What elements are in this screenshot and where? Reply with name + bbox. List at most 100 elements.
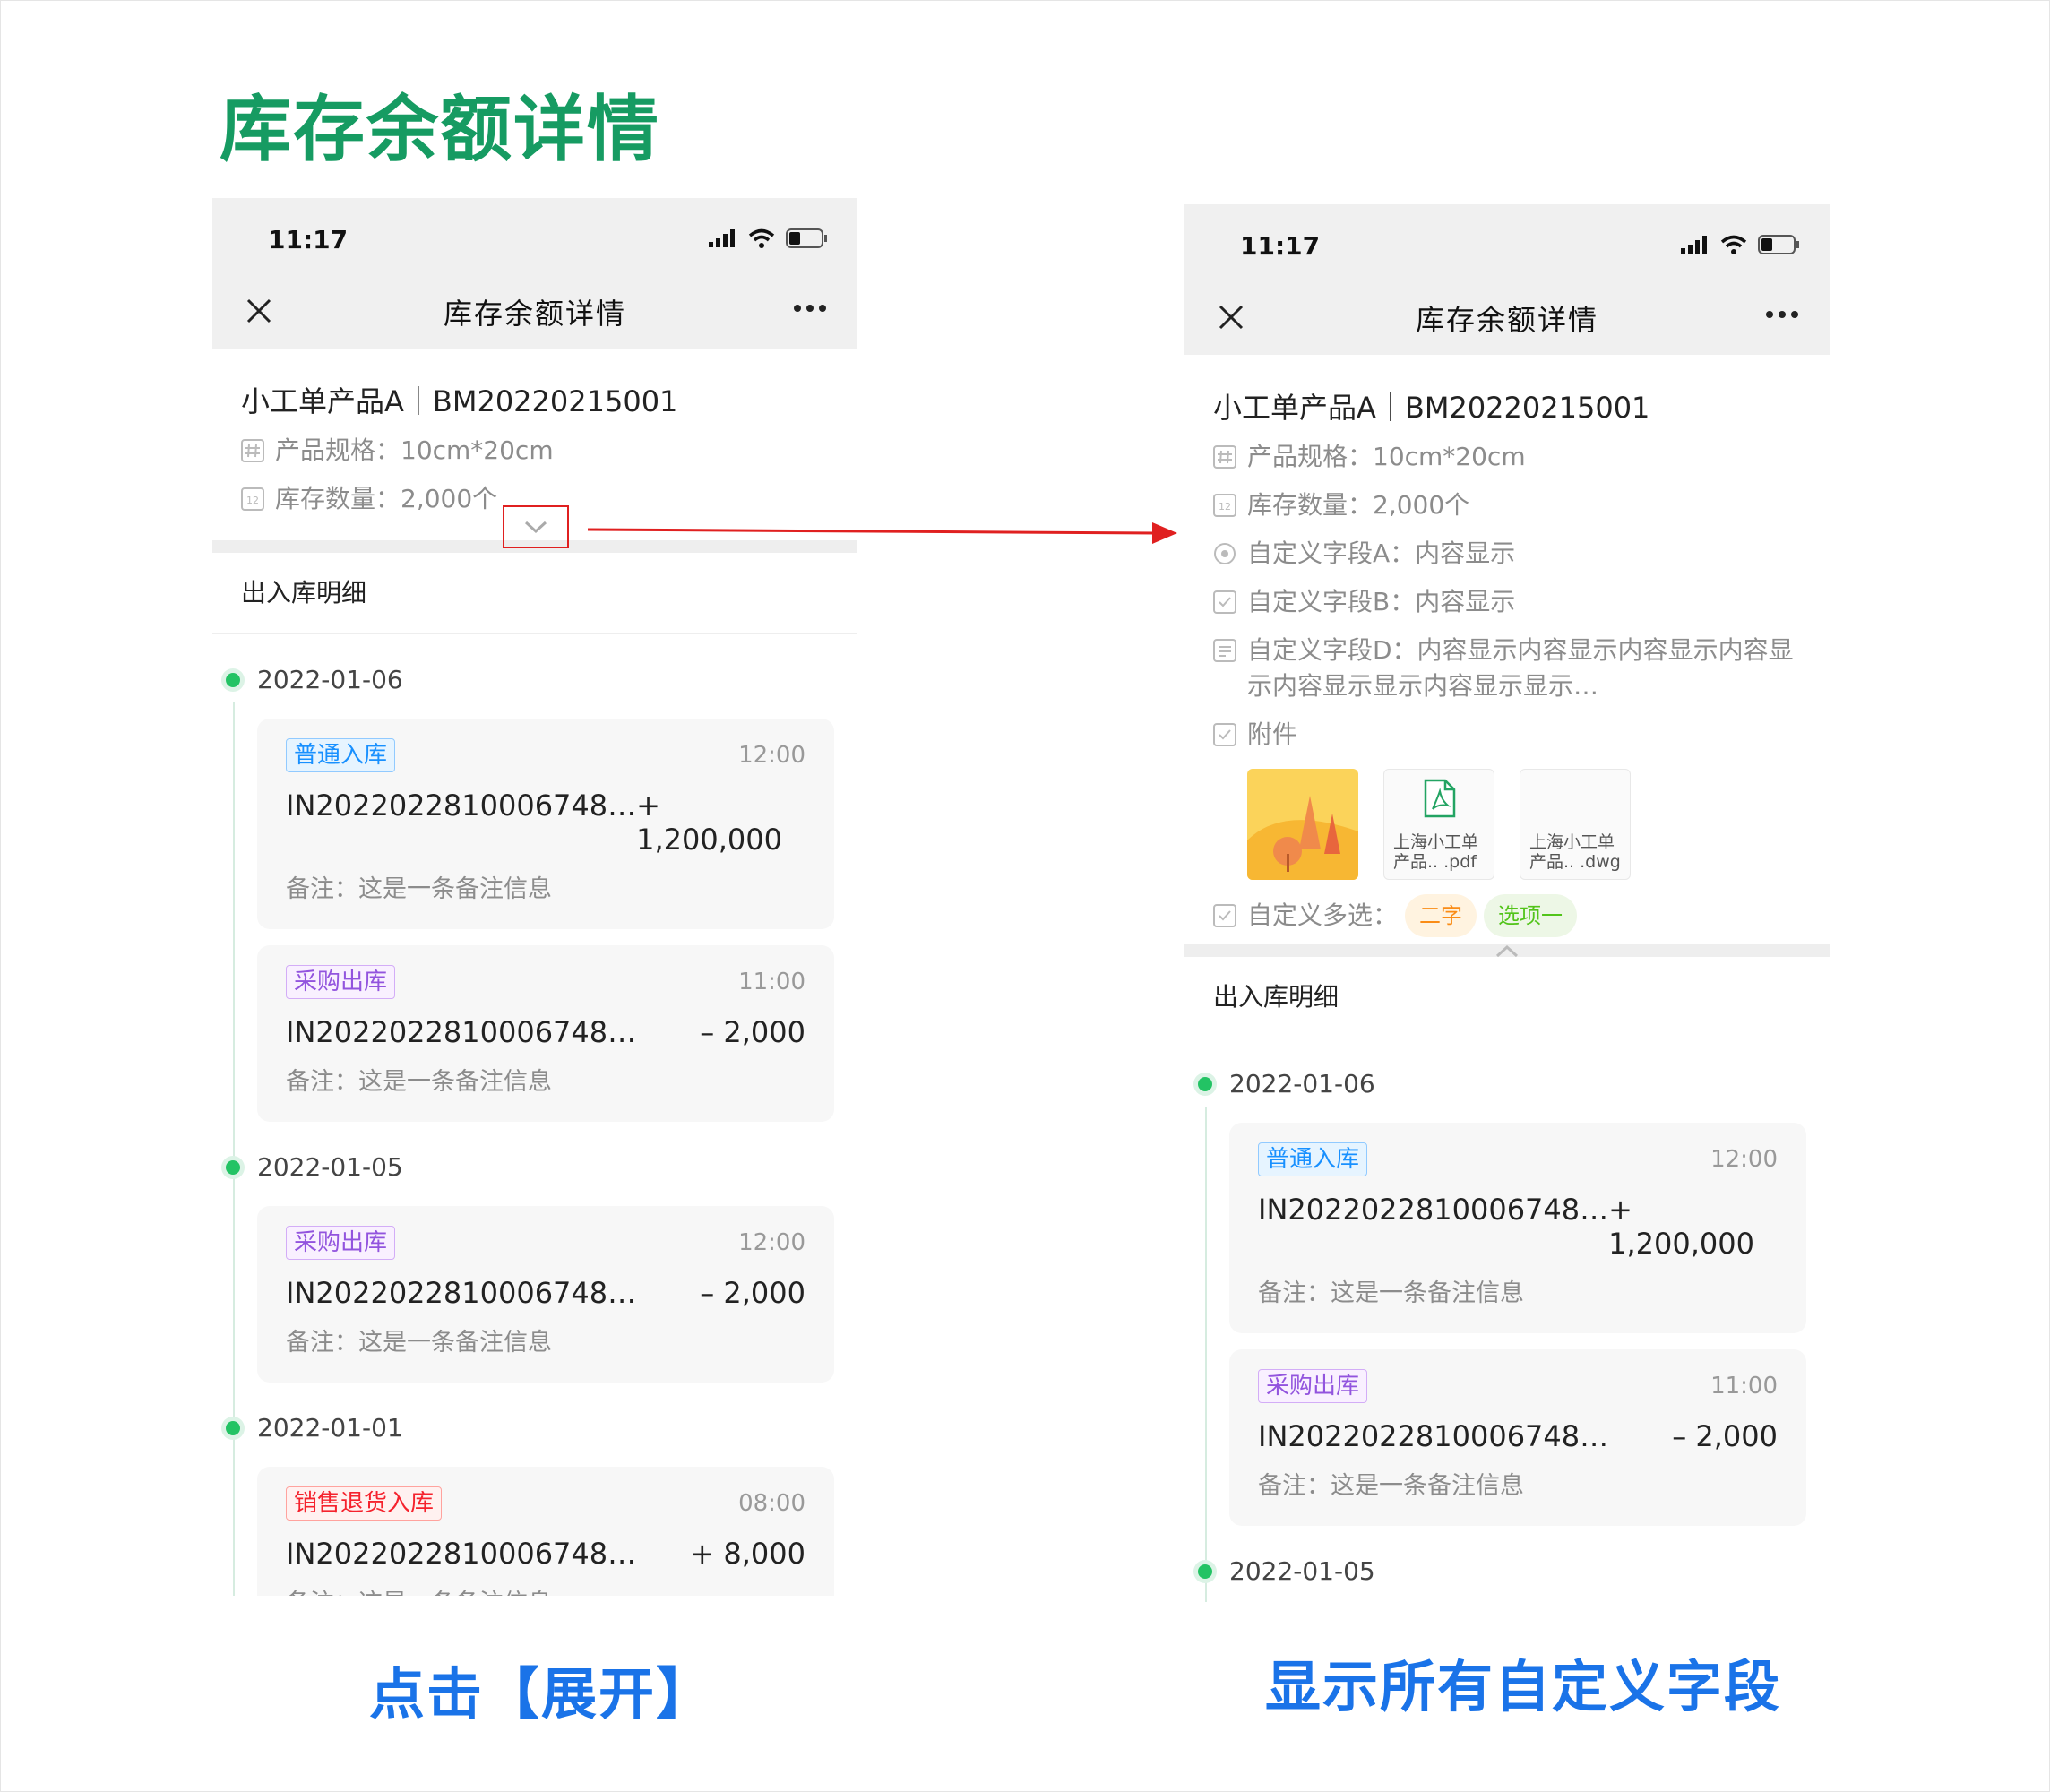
multi-option-chip: 二字 [1405,894,1477,937]
checkbox-icon [1213,723,1236,746]
more-icon[interactable] [793,304,827,313]
field-custom-b: 自定义字段B：内容显示 [1213,584,1801,620]
wifi-icon [1720,235,1747,254]
record-amount: – 2,000 [700,1015,805,1049]
record-amount: + 1,200,000 [1608,1193,1754,1261]
field-custom-b-text: 自定义字段B：内容显示 [1247,587,1516,616]
status-bar: 11:17 [212,198,857,273]
field-multi-select: 自定义多选： 二字 选项一 [1213,894,1801,937]
record-time: 08:00 [738,1490,805,1517]
attachment-name: 上海小工单产品.. .pdf [1393,832,1479,872]
record-time: 11:00 [1710,1373,1778,1400]
record-amount: + 1,200,000 [636,788,782,857]
status-time: 11:17 [268,225,349,254]
status-bar: 11:17 [1184,204,1830,280]
timeline-line [233,702,235,1596]
record-note: 备注：这是一条备注信息 [286,1329,552,1357]
svg-text:12: 12 [246,495,259,506]
record-card[interactable]: 普通入库 12:00 IN2022022810006748… + 1,200,000… [257,719,834,929]
image-thumbnail [1247,769,1358,880]
signal-icon [709,229,735,247]
record-amount: + 8,000 [690,1537,805,1571]
checkbox-icon [1213,904,1236,927]
timeline-line [1205,1107,1207,1602]
attachment-dwg[interactable]: 上海小工单产品.. .dwg [1520,769,1631,880]
nav-bar: 库存余额详情 [1184,280,1830,355]
product-name: 小工单产品A｜BM20220215001 [1213,391,1650,425]
chevron-down-icon [524,521,547,534]
timeline-dot [1198,1564,1212,1579]
nav-title: 库存余额详情 [443,297,626,331]
collapse-button[interactable] [1213,944,1801,971]
pdf-icon [1424,779,1456,818]
multi-option-chip: 选项一 [1484,894,1578,937]
record-code: IN2022022810006748… [1258,1419,1609,1453]
timeline-date: 2022-01-06 [226,658,834,702]
right-caption: 显示所有自定义字段 [1265,1654,1782,1719]
hash-icon [1213,445,1236,469]
record-amount: – 2,000 [700,1276,805,1310]
product-name: 小工单产品A｜BM20220215001 [241,384,678,418]
field-attachment-label: 附件 [1247,719,1298,749]
timeline-date: 2022-01-06 [1198,1062,1806,1107]
product-header: 小工单产品A｜BM20220215001 产品规格：10cm*20cm 12 库… [1184,355,1830,958]
wifi-icon [748,228,775,248]
record-type-tag: 销售退货入库 [286,1486,443,1521]
timeline-dot [226,1160,240,1175]
field-qty-text: 库存数量：2,000个 [1247,490,1470,520]
record-type-tag: 普通入库 [286,738,396,772]
record-time: 11:00 [738,969,805,995]
timeline: 2022-01-06 普通入库 12:00 IN2022022810006748…… [1184,1062,1830,1602]
record-type-tag: 采购出库 [286,1226,396,1260]
field-qty: 12 库存数量：2,000个 [1213,487,1801,523]
record-type-tag: 采购出库 [1258,1369,1368,1403]
nav-bar: 库存余额详情 [212,273,857,349]
field-custom-a-text: 自定义字段A：内容显示 [1247,538,1516,568]
battery-icon [1758,235,1799,254]
timeline-dot [226,1421,240,1435]
text-field-icon [1213,639,1236,662]
record-card[interactable]: 采购出库 12:00 IN2022022810006748… – 2,000 备注：… [257,1206,834,1383]
attachment-list: 上海小工单产品.. .pdf 上海小工单产品.. .dwg [1247,769,1801,880]
record-code: IN2022022810006748… [286,788,637,823]
field-spec-text: 产品规格：10cm*20cm [1247,442,1526,471]
attachment-pdf[interactable]: 上海小工单产品.. .pdf [1383,769,1494,880]
svg-text:12: 12 [1219,501,1231,513]
attachment-image[interactable] [1247,769,1358,880]
number-icon: 12 [241,487,264,511]
more-icon[interactable] [1765,310,1799,319]
record-card[interactable]: 采购出库 11:00 IN2022022810006748… – 2,000 备注：… [1229,1349,1806,1526]
record-card[interactable]: 普通入库 12:00 IN2022022810006748… + 1,200,000… [1229,1123,1806,1333]
field-custom-a: 自定义字段A：内容显示 [1213,536,1801,572]
page-title: 库存余额详情 [220,88,660,171]
status-icons [709,228,827,248]
section-title: 出入库明细 [212,553,857,634]
status-icons [1681,235,1799,254]
record-card[interactable]: 销售退货入库 08:00 IN2022022810006748… + 8,000 备… [257,1467,834,1596]
field-spec: 产品规格：10cm*20cm [1213,439,1801,475]
timeline-date: 2022-01-05 [226,1145,834,1190]
nav-title: 库存余额详情 [1415,303,1598,337]
expand-button[interactable] [503,505,569,548]
record-note: 备注：这是一条备注信息 [1258,1472,1524,1500]
field-attachment: 附件 [1213,717,1801,753]
record-note: 备注：这是一条备注信息 [286,1583,805,1596]
hash-icon [241,439,264,462]
battery-icon [786,228,827,248]
record-time: 12:00 [738,1229,805,1256]
status-time: 11:17 [1240,231,1321,261]
number-icon: 12 [1213,494,1236,517]
record-code: IN2022022810006748… [286,1537,637,1571]
flow-arrow [587,522,1177,544]
timeline-dot [226,673,240,687]
record-time: 12:00 [1710,1146,1778,1173]
phone-collapsed: 11:17 库存余额详情 小工单产品A｜BM20220215001 产品规格：1… [212,198,857,1596]
record-card[interactable]: 采购出库 11:00 IN2022022810006748… – 2,000 备注：… [257,945,834,1122]
field-multi-label: 自定义多选： [1247,900,1399,930]
record-note: 备注：这是一条备注信息 [286,1068,552,1096]
checkbox-icon [1213,590,1236,614]
record-note: 备注：这是一条备注信息 [1258,1279,1524,1307]
record-note: 备注：这是一条备注信息 [286,875,552,903]
phone-expanded: 11:17 库存余额详情 小工单产品A｜BM20220215001 产品规格：1… [1184,204,1830,1602]
record-type-tag: 普通入库 [1258,1142,1368,1176]
